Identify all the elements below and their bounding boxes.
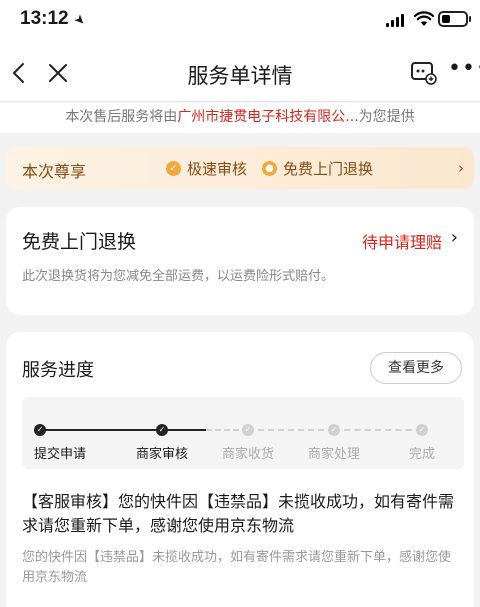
provider-name-link[interactable]: 广州市捷贯电子科技有限公... bbox=[177, 109, 358, 125]
step-pending-icon: ✓ bbox=[242, 424, 254, 436]
enjoy-item-label: 免费上门退换 bbox=[283, 160, 374, 178]
progress-connector bbox=[40, 429, 162, 431]
enjoy-bar[interactable]: 本次尊享 ✓ 极速审核 ● 免费上门退换 › bbox=[6, 147, 474, 189]
check-badge-icon: ✓ bbox=[166, 161, 181, 176]
view-more-button[interactable]: 查看更多 bbox=[370, 352, 462, 384]
enjoy-title: 本次尊享 bbox=[22, 162, 87, 181]
battery-icon bbox=[438, 11, 471, 27]
status-bar: 13:12 ➤ bbox=[0, 0, 480, 44]
provider-suffix: 为您提供 bbox=[358, 109, 415, 125]
progress-step-label: 商家收货 bbox=[221, 447, 275, 462]
wifi-icon bbox=[414, 11, 434, 26]
location-arrow-icon: ➤ bbox=[70, 11, 89, 30]
progress-step-label: 商家审核 bbox=[135, 447, 189, 462]
progress-card-title: 服务进度 bbox=[22, 360, 94, 381]
progress-card: 服务进度 查看更多 ✓ 提交申请 ✓ 商家审核 ✓ 商家收货 ✓ 商家处理 ✓ 完成 【客服审核】… bbox=[6, 332, 474, 607]
return-card-desc: 此次退换货将为您减免全部运费，以运费险形式赔付。 bbox=[22, 269, 335, 284]
return-card[interactable]: 免费上门退换 待申请理赔 › 此次退换货将为您减免全部运费，以运费险形式赔付。 bbox=[6, 207, 474, 315]
provider-info: 本次售后服务将由广州市捷贯电子科技有限公...为您提供 bbox=[0, 103, 480, 133]
progress-connector bbox=[248, 429, 334, 431]
cellular-signal-icon bbox=[386, 13, 406, 27]
enjoy-item-label: 极速审核 bbox=[187, 160, 248, 178]
pin-badge-icon: ● bbox=[262, 161, 277, 176]
progress-connector bbox=[162, 429, 206, 431]
customer-service-icon[interactable] bbox=[410, 60, 438, 86]
nav-bar: 服务单详情 ••• bbox=[0, 44, 480, 102]
progress-step-label: 商家处理 bbox=[307, 447, 361, 462]
page-title: 服务单详情 bbox=[187, 64, 293, 88]
return-card-title: 免费上门退换 bbox=[22, 231, 137, 253]
chevron-right-icon: › bbox=[450, 227, 458, 248]
progress-step-label: 完成 bbox=[408, 447, 436, 462]
chevron-right-icon: › bbox=[458, 159, 464, 177]
step-done-icon: ✓ bbox=[34, 424, 46, 436]
status-time: 13:12 bbox=[20, 8, 69, 29]
step-pending-icon: ✓ bbox=[416, 424, 428, 436]
progress-step-label: 提交申请 bbox=[33, 447, 87, 462]
progress-connector bbox=[334, 429, 422, 431]
provider-prefix: 本次售后服务将由 bbox=[65, 109, 178, 125]
more-icon[interactable]: ••• bbox=[448, 58, 480, 85]
enjoy-item-fast-review: ✓ 极速审核 bbox=[166, 158, 247, 179]
progress-detail-desc: 您的快件因【违禁品】未揽收成功，如有寄件需求请您重新下单，感谢您使用京东物流 bbox=[22, 550, 452, 585]
step-done-icon: ✓ bbox=[156, 424, 168, 436]
progress-tracker: ✓ 提交申请 ✓ 商家审核 ✓ 商家收货 ✓ 商家处理 ✓ 完成 bbox=[22, 397, 464, 469]
enjoy-item-free-pickup: ● 免费上门退换 bbox=[262, 158, 373, 179]
step-pending-icon: ✓ bbox=[328, 424, 340, 436]
progress-detail-title: 【客服审核】您的快件因【违禁品】未揽收成功，如有寄件需求请您重新下单，感谢您使用… bbox=[22, 492, 455, 535]
claim-status-link[interactable]: 待申请理赔 bbox=[362, 229, 442, 253]
